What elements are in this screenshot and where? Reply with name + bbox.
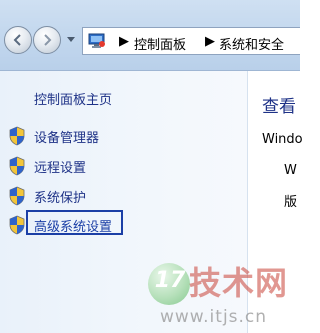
recent-pages-dropdown-icon[interactable] [66,36,76,44]
highlight-box [26,210,123,235]
control-panel-home-link[interactable]: 控制面板主页 [34,89,112,108]
forward-button[interactable] [33,26,61,54]
forward-arrow-icon [44,34,52,46]
breadcrumb-control-panel[interactable]: 控制面板 [134,34,186,53]
uac-shield-icon [9,215,25,235]
back-arrow-icon [13,34,21,46]
watermark-url: www.itjs.cn [160,307,268,327]
uac-shield-icon [9,186,25,206]
watermark-brand: 技术网 [189,264,289,302]
uac-shield-icon [9,126,25,146]
breadcrumb-separator[interactable]: ▶ [205,34,215,49]
windows-edition-text: Windo [262,132,303,147]
watermark-badge-number: 17 [154,268,186,293]
control-panel-icon [88,33,105,48]
breadcrumb-separator[interactable]: ▶ [119,34,129,49]
navigation-bar: ▶ 控制面板 ▶ 系统和安全 [0,0,300,71]
task-label[interactable]: 设备管理器 [34,127,99,146]
breadcrumb-system-and-security[interactable]: 系统和安全 [219,34,284,53]
task-label[interactable]: 系统保护 [34,187,86,206]
back-button[interactable] [4,26,32,54]
content-heading: 查看 [262,97,296,117]
copyright-text: 版 [284,195,298,210]
edition-name-text: W [284,163,297,178]
task-label[interactable]: 远程设置 [34,157,86,176]
uac-shield-icon [9,156,25,176]
address-bar[interactable]: ▶ 控制面板 ▶ 系统和安全 [82,27,300,55]
